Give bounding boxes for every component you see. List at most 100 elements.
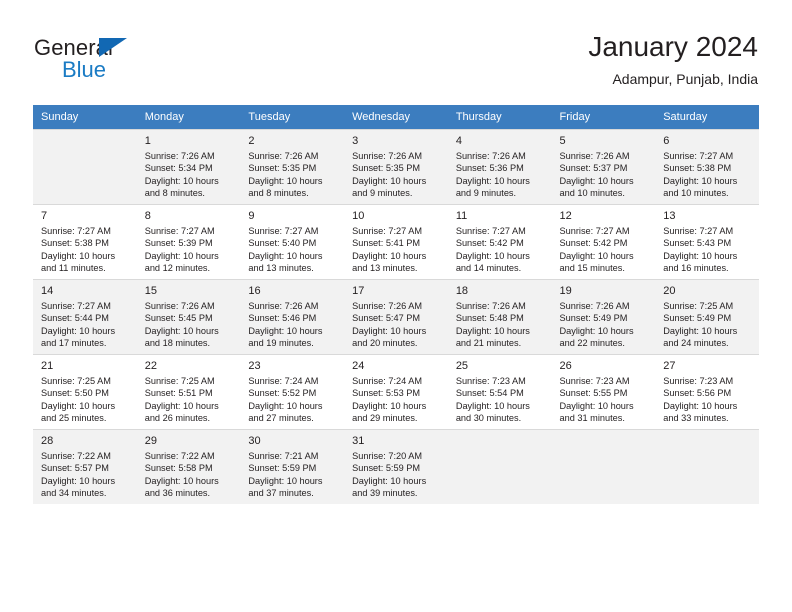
day-number: 3 — [352, 135, 359, 147]
day-cell[interactable]: 14 Sunrise: 7:27 AM Sunset: 5:44 PM Dayl… — [33, 279, 137, 354]
daylight-text-line1: Daylight: 10 hours — [559, 250, 634, 261]
day-number: 8 — [144, 210, 151, 222]
day-cell[interactable]: 13 Sunrise: 7:27 AM Sunset: 5:43 PM Dayl… — [655, 204, 759, 279]
day-cell[interactable] — [655, 429, 759, 504]
sunrise-text: Sunrise: 7:24 AM — [352, 376, 423, 386]
day-number: 31 — [352, 435, 365, 447]
day-cell[interactable]: 11 Sunrise: 7:27 AM Sunset: 5:42 PM Dayl… — [447, 204, 552, 279]
day-number: 20 — [663, 285, 676, 297]
sunrise-text: Sunrise: 7:25 AM — [663, 301, 734, 311]
sunset-text: Sunset: 5:41 PM — [352, 238, 421, 249]
sunset-text: Sunset: 5:43 PM — [663, 238, 732, 249]
sunset-text: Sunset: 5:35 PM — [352, 163, 421, 174]
sunset-text: Sunset: 5:45 PM — [144, 313, 213, 324]
day-cell[interactable]: 20 Sunrise: 7:25 AM Sunset: 5:49 PM Dayl… — [655, 279, 759, 354]
page-subtitle: Adampur, Punjab, India — [612, 71, 758, 87]
sunset-text: Sunset: 5:54 PM — [455, 388, 524, 399]
daylight-text-line2: and 34 minutes. — [41, 488, 107, 499]
sunrise-text: Sunrise: 7:25 AM — [144, 376, 215, 386]
daylight-text-line1: Daylight: 10 hours — [455, 400, 530, 411]
day-number: 12 — [559, 210, 572, 222]
day-cell[interactable]: 5 Sunrise: 7:26 AM Sunset: 5:37 PM Dayli… — [551, 129, 656, 204]
day-cell[interactable]: 24 Sunrise: 7:24 AM Sunset: 5:53 PM Dayl… — [344, 354, 448, 429]
day-cell[interactable]: 25 Sunrise: 7:23 AM Sunset: 5:54 PM Dayl… — [447, 354, 552, 429]
day-cell[interactable] — [551, 429, 656, 504]
day-cell[interactable] — [33, 129, 137, 204]
sunset-text: Sunset: 5:38 PM — [663, 163, 732, 174]
day-cell[interactable]: 30 Sunrise: 7:21 AM Sunset: 5:59 PM Dayl… — [240, 429, 345, 504]
day-cell[interactable]: 10 Sunrise: 7:27 AM Sunset: 5:41 PM Dayl… — [344, 204, 448, 279]
daylight-text-line2: and 33 minutes. — [663, 413, 729, 424]
sunset-text: Sunset: 5:59 PM — [248, 463, 317, 474]
sunset-text: Sunset: 5:37 PM — [559, 163, 628, 174]
day-cell[interactable]: 16 Sunrise: 7:26 AM Sunset: 5:46 PM Dayl… — [240, 279, 345, 354]
day-cell[interactable]: 17 Sunrise: 7:26 AM Sunset: 5:47 PM Dayl… — [344, 279, 448, 354]
day-number: 28 — [41, 435, 54, 447]
calendar-week-row: 14 Sunrise: 7:27 AM Sunset: 5:44 PM Dayl… — [33, 279, 759, 354]
day-cell[interactable]: 8 Sunrise: 7:27 AM Sunset: 5:39 PM Dayli… — [136, 204, 241, 279]
sunrise-text: Sunrise: 7:26 AM — [248, 301, 319, 311]
day-number: 23 — [248, 360, 261, 372]
day-cell[interactable]: 28 Sunrise: 7:22 AM Sunset: 5:57 PM Dayl… — [33, 429, 137, 504]
day-number: 16 — [248, 285, 261, 297]
logo-triangle-icon — [99, 38, 127, 57]
day-cell[interactable]: 22 Sunrise: 7:25 AM Sunset: 5:51 PM Dayl… — [136, 354, 241, 429]
daylight-text-line2: and 13 minutes. — [352, 263, 418, 274]
day-cell[interactable]: 29 Sunrise: 7:22 AM Sunset: 5:58 PM Dayl… — [136, 429, 241, 504]
day-info: Sunrise: 7:24 AM Sunset: 5:53 PM Dayligh… — [352, 375, 442, 425]
day-cell[interactable]: 31 Sunrise: 7:20 AM Sunset: 5:59 PM Dayl… — [344, 429, 448, 504]
day-cell[interactable]: 2 Sunrise: 7:26 AM Sunset: 5:35 PM Dayli… — [240, 129, 345, 204]
day-cell[interactable]: 4 Sunrise: 7:26 AM Sunset: 5:36 PM Dayli… — [447, 129, 552, 204]
sunrise-text: Sunrise: 7:20 AM — [352, 451, 423, 461]
daylight-text-line1: Daylight: 10 hours — [144, 475, 219, 486]
day-cell[interactable]: 21 Sunrise: 7:25 AM Sunset: 5:50 PM Dayl… — [33, 354, 137, 429]
daylight-text-line1: Daylight: 10 hours — [559, 175, 634, 186]
sunset-text: Sunset: 5:51 PM — [144, 388, 213, 399]
daylight-text-line1: Daylight: 10 hours — [663, 400, 738, 411]
day-cell[interactable]: 26 Sunrise: 7:23 AM Sunset: 5:55 PM Dayl… — [551, 354, 656, 429]
day-info: Sunrise: 7:24 AM Sunset: 5:52 PM Dayligh… — [248, 375, 338, 425]
daylight-text-line2: and 30 minutes. — [455, 413, 522, 424]
day-info: Sunrise: 7:26 AM Sunset: 5:49 PM Dayligh… — [560, 300, 650, 350]
sunset-text: Sunset: 5:39 PM — [144, 238, 213, 249]
day-cell[interactable]: 12 Sunrise: 7:27 AM Sunset: 5:42 PM Dayl… — [551, 204, 656, 279]
sunset-text: Sunset: 5:44 PM — [41, 313, 109, 324]
day-info: Sunrise: 7:27 AM Sunset: 5:40 PM Dayligh… — [248, 225, 338, 275]
weekday-header-sunday: Sunday — [33, 105, 137, 129]
day-cell[interactable]: 15 Sunrise: 7:26 AM Sunset: 5:45 PM Dayl… — [136, 279, 241, 354]
daylight-text-line2: and 27 minutes. — [248, 413, 314, 424]
day-cell[interactable]: 19 Sunrise: 7:26 AM Sunset: 5:49 PM Dayl… — [551, 279, 656, 354]
daylight-text-line1: Daylight: 10 hours — [248, 175, 323, 186]
sunrise-text: Sunrise: 7:23 AM — [455, 376, 526, 386]
day-cell[interactable]: 27 Sunrise: 7:23 AM Sunset: 5:56 PM Dayl… — [655, 354, 759, 429]
daylight-text-line1: Daylight: 10 hours — [144, 175, 219, 186]
day-info: Sunrise: 7:23 AM Sunset: 5:56 PM Dayligh… — [663, 375, 753, 425]
day-cell[interactable]: 9 Sunrise: 7:27 AM Sunset: 5:40 PM Dayli… — [240, 204, 345, 279]
daylight-text-line1: Daylight: 10 hours — [248, 250, 323, 261]
day-info: Sunrise: 7:22 AM Sunset: 5:58 PM Dayligh… — [145, 450, 235, 500]
day-cell[interactable]: 18 Sunrise: 7:26 AM Sunset: 5:48 PM Dayl… — [447, 279, 552, 354]
day-cell[interactable] — [447, 429, 552, 504]
weekday-header-tuesday: Tuesday — [240, 105, 345, 129]
day-number: 19 — [559, 285, 572, 297]
logo-text-blue: Blue — [62, 57, 107, 82]
day-cell[interactable]: 7 Sunrise: 7:27 AM Sunset: 5:38 PM Dayli… — [33, 204, 137, 279]
day-info: Sunrise: 7:27 AM Sunset: 5:42 PM Dayligh… — [456, 225, 546, 275]
calendar-table: Sunday Monday Tuesday Wednesday Thursday… — [33, 105, 759, 504]
sunrise-text: Sunrise: 7:26 AM — [144, 151, 215, 161]
day-number: 15 — [144, 285, 157, 297]
day-cell[interactable]: 23 Sunrise: 7:24 AM Sunset: 5:52 PM Dayl… — [240, 354, 345, 429]
sunset-text: Sunset: 5:49 PM — [663, 313, 732, 324]
day-cell[interactable]: 6 Sunrise: 7:27 AM Sunset: 5:38 PM Dayli… — [655, 129, 759, 204]
daylight-text-line2: and 16 minutes. — [663, 263, 729, 274]
day-number: 6 — [663, 135, 670, 147]
day-cell[interactable]: 3 Sunrise: 7:26 AM Sunset: 5:35 PM Dayli… — [344, 129, 448, 204]
calendar-week-row: 28 Sunrise: 7:22 AM Sunset: 5:57 PM Dayl… — [33, 429, 759, 504]
daylight-text-line2: and 10 minutes. — [663, 188, 729, 199]
day-number: 26 — [559, 360, 572, 372]
day-cell[interactable]: 1 Sunrise: 7:26 AM Sunset: 5:34 PM Dayli… — [136, 129, 241, 204]
daylight-text-line1: Daylight: 10 hours — [352, 400, 427, 411]
sunrise-text: Sunrise: 7:27 AM — [41, 301, 111, 311]
weekday-header-thursday: Thursday — [447, 105, 552, 129]
general-blue-logo[interactable]: General Blue — [34, 36, 214, 88]
